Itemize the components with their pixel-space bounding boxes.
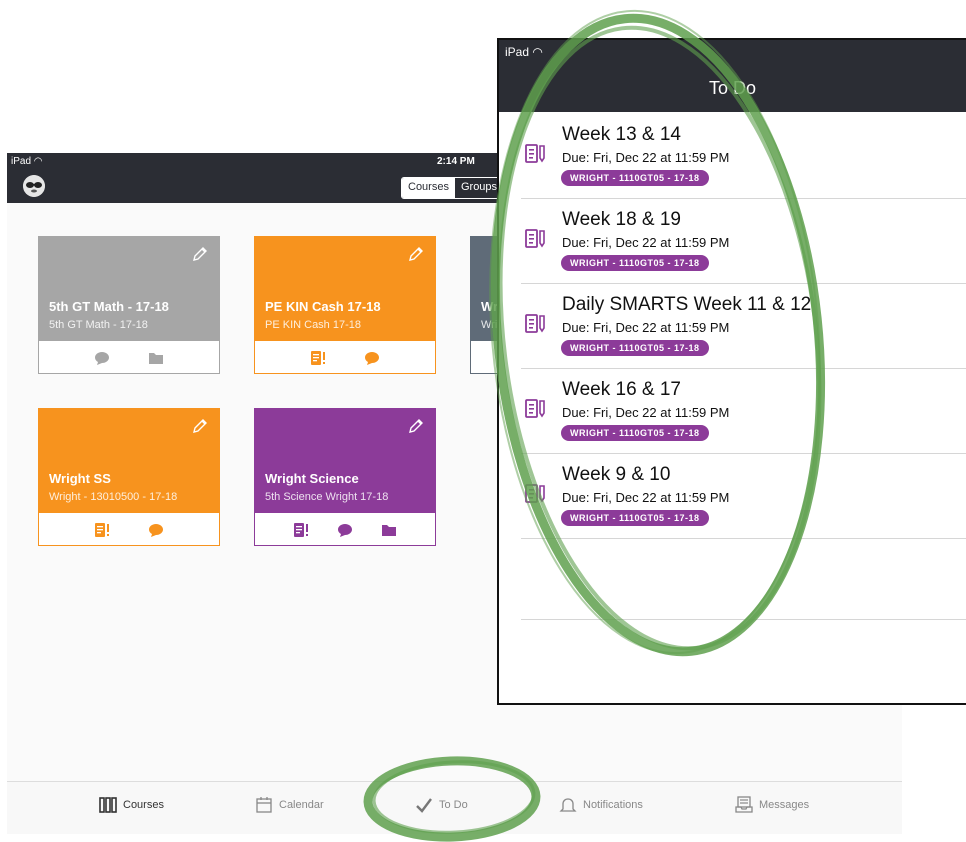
todo-title: Week 18 & 19	[562, 209, 682, 230]
card-title: 5th GT Math - 17-18	[49, 299, 169, 314]
card-actions	[255, 513, 435, 547]
assignment-alert-icon[interactable]	[293, 522, 309, 538]
card-actions	[39, 513, 219, 547]
carrier-label: iPad ◠	[11, 156, 43, 167]
tab-label: Courses	[123, 799, 164, 811]
todo-due-date: Due: Fri, Dec 22 at 11:59 PM	[562, 235, 730, 250]
wifi-icon: ◠	[33, 156, 43, 167]
edit-pencil-icon[interactable]	[407, 417, 425, 435]
course-badge: WRIGHT - 1110GT05 - 17-18	[561, 425, 709, 441]
card-title: Wright SS	[49, 471, 111, 486]
divider	[521, 538, 966, 539]
chat-icon[interactable]	[364, 350, 380, 366]
course-card-wright-science[interactable]: Wright Science 5th Science Wright 17-18	[254, 408, 436, 546]
assignment-icon	[525, 484, 545, 503]
assignment-icon	[525, 144, 545, 163]
todo-item[interactable]: Week 13 & 14 Due: Fri, Dec 22 at 11:59 P…	[499, 114, 966, 199]
todo-due-date: Due: Fri, Dec 22 at 11:59 PM	[562, 405, 730, 420]
bell-icon	[559, 798, 577, 812]
todo-title: Week 13 & 14	[562, 124, 682, 145]
carrier-text: iPad	[11, 156, 32, 167]
todo-screen: iPad ◠ To Do Week 13 & 14 Due: Fri, Dec …	[497, 38, 966, 705]
assignment-icon	[525, 399, 545, 418]
wifi-icon: ◠	[532, 45, 543, 59]
todo-title: Week 16 & 17	[562, 379, 682, 400]
segment-courses[interactable]: Courses	[402, 178, 455, 198]
tab-notifications[interactable]: Notifications	[559, 796, 643, 814]
course-card-wright-ss[interactable]: Wright SS Wright - 13010500 - 17-18	[38, 408, 220, 546]
segment-groups[interactable]: Groups	[454, 178, 504, 198]
chat-icon[interactable]	[337, 522, 353, 538]
course-badge: WRIGHT - 1110GT05 - 17-18	[561, 170, 709, 186]
tab-bar: Courses Calendar To Do Notifications Mes…	[7, 781, 902, 834]
clock: 2:14 PM	[437, 156, 475, 167]
course-card-wright-partial[interactable]: Wr Wri	[470, 236, 500, 374]
todo-due-date: Due: Fri, Dec 22 at 11:59 PM	[562, 150, 730, 165]
todo-item[interactable]: Week 16 & 17 Due: Fri, Dec 22 at 11:59 P…	[499, 369, 966, 454]
assignment-icon	[525, 314, 545, 333]
todo-item[interactable]: Week 9 & 10 Due: Fri, Dec 22 at 11:59 PM…	[499, 454, 966, 539]
todo-due-date: Due: Fri, Dec 22 at 11:59 PM	[562, 320, 730, 335]
check-icon	[416, 798, 432, 813]
carrier-label: iPad ◠	[505, 45, 543, 59]
tab-to-do[interactable]: To Do	[415, 796, 468, 814]
todo-title: Daily SMARTS Week 11 & 12	[562, 294, 812, 315]
tab-courses[interactable]: Courses	[99, 796, 164, 814]
card-subtitle: Wright - 13010500 - 17-18	[49, 491, 178, 503]
course-badge: WRIGHT - 1110GT05 - 17-18	[561, 510, 709, 526]
todo-due-date: Due: Fri, Dec 22 at 11:59 PM	[562, 490, 730, 505]
edit-pencil-icon[interactable]	[191, 417, 209, 435]
course-badge: WRIGHT - 1110GT05 - 17-18	[561, 340, 709, 356]
page-title: To Do	[499, 64, 966, 112]
avatar[interactable]	[23, 175, 45, 197]
tab-calendar[interactable]: Calendar	[255, 796, 324, 814]
card-title: Wr	[481, 299, 499, 314]
assignment-icon	[525, 229, 545, 248]
tab-label: Notifications	[583, 799, 643, 811]
tab-label: To Do	[439, 799, 468, 811]
card-actions	[255, 341, 435, 375]
todo-item[interactable]: Week 18 & 19 Due: Fri, Dec 22 at 11:59 P…	[499, 199, 966, 284]
courses-groups-segmented-control[interactable]: Courses Groups	[401, 177, 505, 199]
card-title: PE KIN Cash 17-18	[265, 299, 381, 314]
course-card-5th-gt-math[interactable]: 5th GT Math - 17-18 5th GT Math - 17-18	[38, 236, 220, 374]
edit-pencil-icon[interactable]	[191, 245, 209, 263]
edit-pencil-icon[interactable]	[407, 245, 425, 263]
card-subtitle: PE KIN Cash 17-18	[265, 319, 361, 331]
card-subtitle: Wri	[481, 319, 498, 331]
tab-label: Messages	[759, 799, 810, 811]
calendar-icon	[256, 797, 272, 813]
card-title: Wright Science	[265, 471, 359, 486]
card-subtitle: 5th GT Math - 17-18	[49, 319, 148, 331]
folder-icon[interactable]	[381, 522, 397, 538]
course-badge: WRIGHT - 1110GT05 - 17-18	[561, 255, 709, 271]
todo-item[interactable]: Daily SMARTS Week 11 & 12 Due: Fri, Dec …	[499, 284, 966, 369]
courses-icon	[99, 797, 117, 813]
inbox-icon	[735, 796, 753, 813]
divider	[521, 619, 966, 620]
assignment-alert-icon[interactable]	[310, 350, 326, 366]
tab-messages[interactable]: Messages	[735, 796, 809, 814]
assignment-alert-icon[interactable]	[94, 522, 110, 538]
card-actions	[39, 341, 219, 375]
card-subtitle: 5th Science Wright 17-18	[265, 491, 389, 503]
status-bar: iPad ◠	[499, 40, 966, 64]
tab-label: Calendar	[279, 799, 324, 811]
chat-icon[interactable]	[94, 350, 110, 366]
folder-icon[interactable]	[148, 350, 164, 366]
panda-avatar-icon	[23, 175, 45, 197]
carrier-text: iPad	[505, 45, 530, 59]
course-card-pe-kin-cash[interactable]: PE KIN Cash 17-18 PE KIN Cash 17-18	[254, 236, 436, 374]
todo-title: Week 9 & 10	[562, 464, 671, 485]
chat-icon[interactable]	[148, 522, 164, 538]
